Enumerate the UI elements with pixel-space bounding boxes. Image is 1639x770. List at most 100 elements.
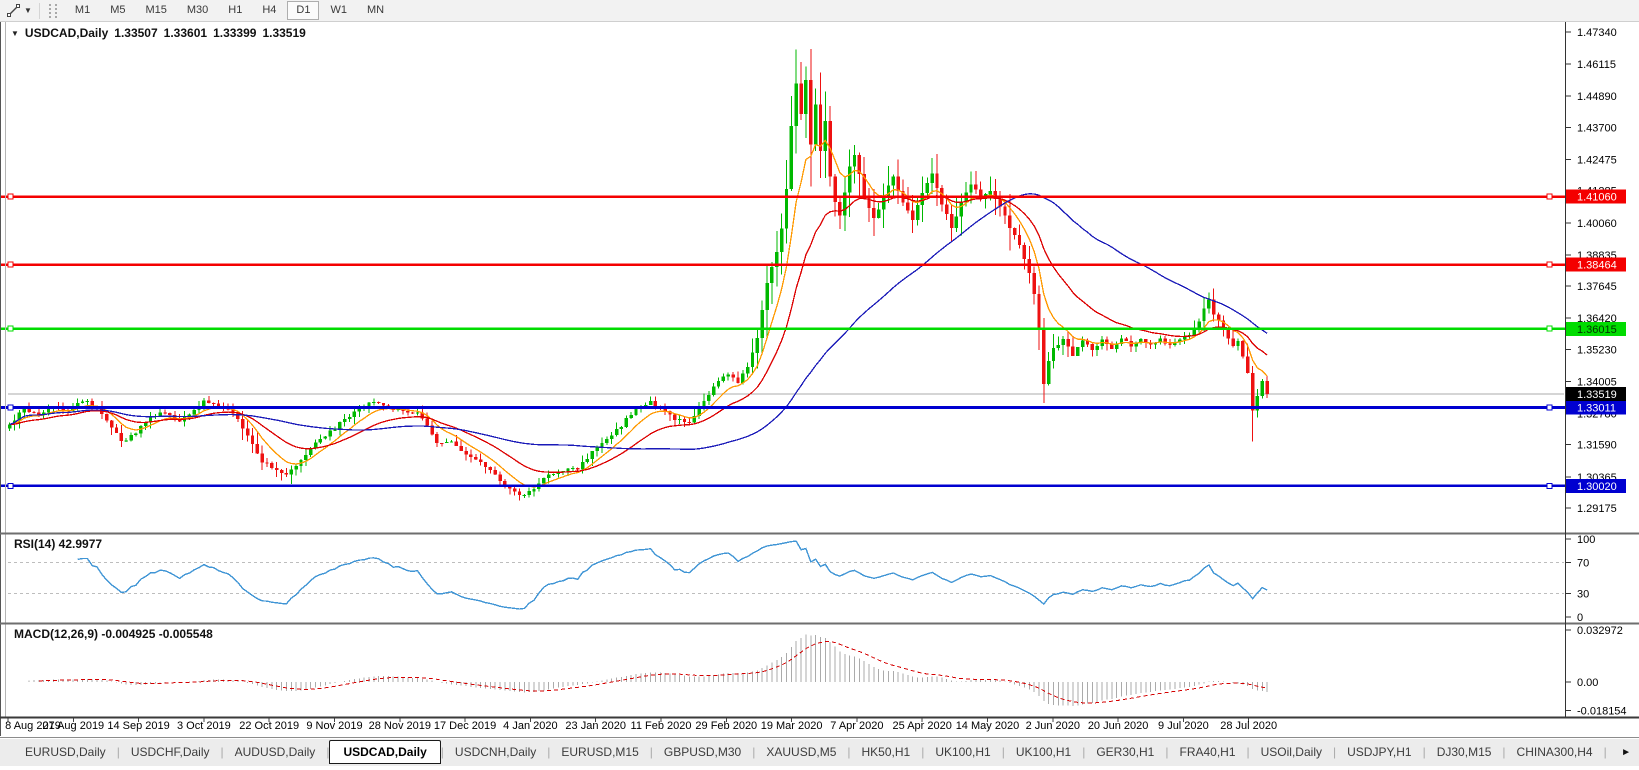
price-tick-label: 1.47340	[1577, 27, 1617, 39]
level-price-badge: 1.33011	[1566, 401, 1626, 415]
price-tick-label: 1.44890	[1577, 91, 1617, 103]
chart-tab-usdcnh-daily[interactable]: USDCNH,Daily	[444, 741, 547, 763]
chart-tabs-bar: EURUSD,Daily|USDCHF,Daily|AUDUSD,Daily|U…	[0, 737, 1639, 766]
chart-tab-eurusd-m15[interactable]: EURUSD,M15	[550, 741, 649, 763]
ohlc-close: 1.33519	[262, 26, 305, 40]
svg-text:1.41060: 1.41060	[1577, 192, 1617, 204]
date-tick-label: 14 May 2020	[956, 720, 1020, 732]
date-tick-label: 17 Dec 2019	[434, 720, 496, 732]
timeframe-m5[interactable]: M5	[101, 1, 134, 20]
price-tick-label: 1.34005	[1577, 376, 1617, 388]
ohlc-high: 1.33601	[164, 26, 207, 40]
horizontal-level-line[interactable]	[0, 262, 1566, 267]
rsi-label: RSI(14) 42.9977	[14, 537, 102, 551]
chart-tab-audusd-daily[interactable]: AUDUSD,Daily	[224, 741, 327, 763]
chart-tab-usdjpy-h1[interactable]: USDJPY,H1	[1336, 741, 1422, 763]
chart-tab-xauusd-m5[interactable]: XAUUSD,M5	[755, 741, 847, 763]
date-tick-label: 2 Jun 2020	[1026, 720, 1080, 732]
toolbar-separator	[39, 3, 40, 19]
rsi-scale-label: 30	[1577, 589, 1589, 601]
date-tick-label: 20 Jun 2020	[1088, 720, 1149, 732]
chart-tab-china300-h4[interactable]: CHINA300,H4	[1506, 741, 1604, 763]
ohlc-low: 1.33399	[213, 26, 256, 40]
timeframe-d1[interactable]: D1	[287, 1, 319, 20]
top-toolbar: ▼ M1M5M15M30H1H4D1W1MN	[0, 0, 1639, 22]
date-tick-label: 7 Apr 2020	[830, 720, 883, 732]
date-tick-label: 14 Sep 2019	[107, 720, 169, 732]
chart-tab-dj30-m15[interactable]: DJ30,M15	[1426, 741, 1503, 763]
date-tick-label: 9 Nov 2019	[306, 720, 362, 732]
date-tick-label: 9 Jul 2020	[1158, 720, 1209, 732]
chart-tab-usdcad-daily[interactable]: USDCAD,Daily	[329, 740, 440, 764]
macd-scale-label: 0.00	[1577, 677, 1598, 689]
chart-tab-eurusd-daily[interactable]: EURUSD,Daily	[14, 741, 117, 763]
price-tick-label: 1.29175	[1577, 503, 1617, 515]
level-price-badge: 1.30020	[1566, 479, 1626, 493]
timeframe-mn[interactable]: MN	[358, 1, 393, 20]
timeframe-h1[interactable]: H1	[219, 1, 251, 20]
timeframe-m30[interactable]: M30	[178, 1, 217, 20]
toolbar-grip[interactable]	[49, 4, 57, 18]
timeframe-m1[interactable]: M1	[66, 1, 99, 20]
macd-scale-label: 0.032972	[1577, 625, 1623, 637]
macd-label: MACD(12,26,9) -0.004925 -0.005548	[14, 627, 213, 641]
timeframe-toolbar: M1M5M15M30H1H4D1W1MN	[66, 1, 393, 20]
chart-tab-usoil-h1[interactable]: USOil,H1	[1607, 741, 1617, 763]
chart-tab-hk50-h1[interactable]: HK50,H1	[851, 741, 922, 763]
chart-tabs: EURUSD,Daily|USDCHF,Daily|AUDUSD,Daily|U…	[0, 738, 1617, 766]
level-price-badge: 1.41060	[1566, 190, 1626, 204]
horizontal-level-line[interactable]	[0, 483, 1566, 488]
date-tick-label: 23 Jan 2020	[565, 720, 626, 732]
level-price-badge: 1.36015	[1566, 322, 1626, 336]
svg-text:1.38464: 1.38464	[1577, 260, 1617, 272]
svg-text:1.33519: 1.33519	[1577, 389, 1617, 401]
price-tick-label: 1.46115	[1577, 59, 1616, 71]
date-tick-label: 28 Nov 2019	[369, 720, 431, 732]
rsi-scale-label: 0	[1577, 612, 1583, 624]
price-tick-label: 1.43700	[1577, 122, 1617, 134]
chart-tab-usdchf-daily[interactable]: USDCHF,Daily	[120, 741, 221, 763]
date-tick-label: 25 Apr 2020	[893, 720, 952, 732]
date-tick-label: 27 Aug 2019	[42, 720, 104, 732]
chart-tab-fra40-h1[interactable]: FRA40,H1	[1168, 741, 1246, 763]
chart-tab-uk100-h1[interactable]: UK100,H1	[1005, 741, 1082, 763]
timeframe-w1[interactable]: W1	[321, 1, 356, 20]
date-tick-label: 22 Oct 2019	[239, 720, 299, 732]
ohlc-open: 1.33507	[114, 26, 157, 40]
symbol-period-label: USDCAD,Daily	[25, 26, 108, 40]
horizontal-level-line[interactable]	[0, 405, 1566, 410]
ma-mid-line	[10, 196, 1267, 473]
svg-text:1.36015: 1.36015	[1577, 324, 1617, 336]
ma-fast-line	[10, 141, 1267, 487]
chart-tab-usoil-daily[interactable]: USOil,Daily	[1250, 741, 1333, 763]
macd-scale-label: -0.018154	[1577, 706, 1627, 718]
timeframe-m15[interactable]: M15	[136, 1, 175, 20]
svg-text:1.30020: 1.30020	[1577, 481, 1617, 493]
chart-title: ▼ USDCAD,Daily 1.33507 1.33601 1.33399 1…	[11, 26, 306, 40]
chart-tab-gbpusd-m30[interactable]: GBPUSD,M30	[653, 741, 752, 763]
rsi-scale-label: 70	[1577, 557, 1589, 569]
chevron-down-icon[interactable]: ▼	[24, 6, 32, 15]
level-price-badge: 1.38464	[1566, 258, 1626, 272]
horizontal-level-line[interactable]	[0, 194, 1566, 199]
tab-scroll-right-icon[interactable]: ►	[1617, 747, 1639, 758]
collapse-triangle-icon[interactable]: ▼	[11, 29, 19, 38]
draw-tool-group: ▼	[0, 3, 32, 18]
date-tick-label: 11 Feb 2020	[631, 720, 692, 732]
chart-tab-ger30-h1[interactable]: GER30,H1	[1085, 741, 1165, 763]
trendline-tool-icon[interactable]	[6, 3, 21, 18]
date-tick-label: 19 Mar 2020	[761, 720, 823, 732]
svg-text:1.33011: 1.33011	[1577, 403, 1616, 415]
price-tick-label: 1.40060	[1577, 218, 1617, 230]
price-tick-label: 1.31590	[1577, 440, 1617, 452]
chart-tab-uk100-h1[interactable]: UK100,H1	[924, 741, 1001, 763]
date-tick-label: 3 Oct 2019	[177, 720, 231, 732]
timeframe-h4[interactable]: H4	[253, 1, 285, 20]
price-tick-label: 1.42475	[1577, 155, 1617, 167]
date-tick-label: 28 Jul 2020	[1220, 720, 1277, 732]
horizontal-level-line[interactable]	[0, 326, 1566, 331]
date-tick-label: 29 Feb 2020	[695, 720, 757, 732]
chart-surface[interactable]: 1.473401.461151.448901.437001.424751.412…	[0, 0, 1639, 770]
price-tick-label: 1.35230	[1577, 344, 1617, 356]
rsi-scale-label: 100	[1577, 534, 1595, 546]
